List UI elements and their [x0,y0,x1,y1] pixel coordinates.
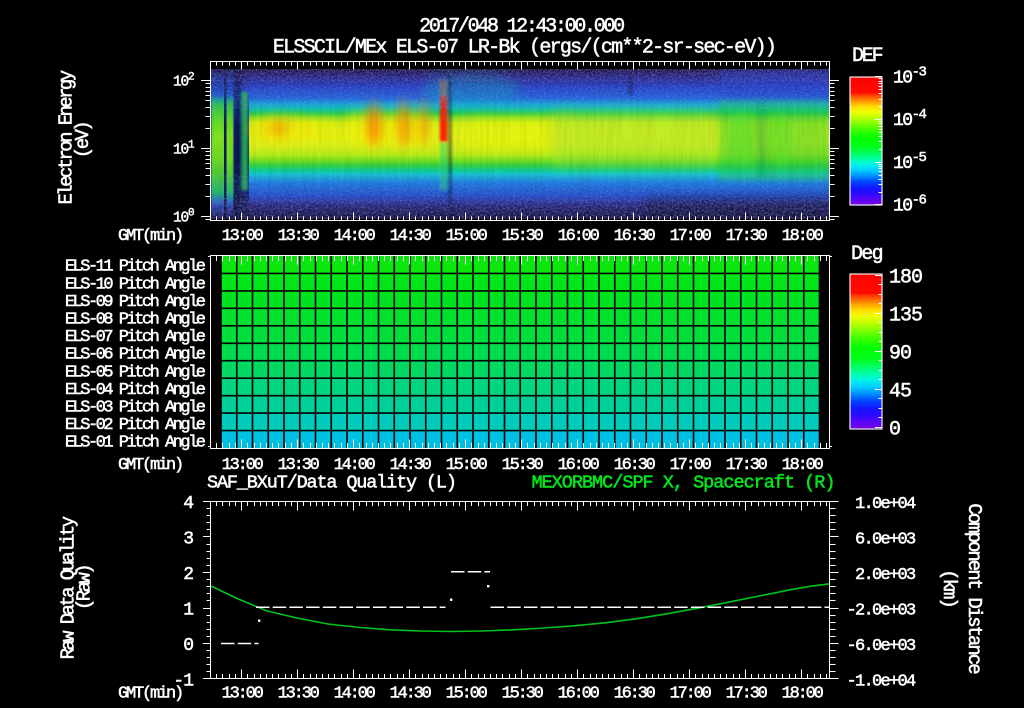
svg-text:1.0e+04: 1.0e+04 [855,495,916,514]
svg-text:-6.0e+03: -6.0e+03 [846,637,916,656]
svg-text:13:00: 13:00 [222,227,264,246]
svg-text:ELSSCIL/MEx ELS-07 LR-Bk (erg: ELSSCIL/MEx ELS-07 LR-Bk (ergs/(cm**2-sr… [273,37,775,60]
svg-text:18:00: 18:00 [782,227,824,246]
svg-text:17:00: 17:00 [670,684,712,703]
svg-text:ELS-07 Pitch Angle: ELS-07 Pitch Angle [65,328,206,347]
svg-text:15:00: 15:00 [446,227,488,246]
svg-text:16:00: 16:00 [558,227,600,246]
svg-text:ELS-10 Pitch Angle: ELS-10 Pitch Angle [65,275,206,294]
svg-text:16:30: 16:30 [614,684,656,703]
svg-text:DEF: DEF [852,45,883,68]
svg-text:ELS-04 Pitch Angle: ELS-04 Pitch Angle [65,381,206,400]
svg-text:15:00: 15:00 [446,684,488,703]
svg-text:13:00: 13:00 [222,684,264,703]
svg-text:MEXORBMC/SPF X, Spacecraft (R): MEXORBMC/SPF X, Spacecraft (R) [531,473,834,494]
svg-text:180: 180 [889,266,922,289]
svg-text:4: 4 [183,494,193,514]
svg-text:3: 3 [183,530,193,550]
svg-text:14:00: 14:00 [334,227,376,246]
svg-text:(eV): (eV) [72,123,94,158]
svg-text:45: 45 [889,380,911,403]
svg-text:ELS-11 Pitch Angle: ELS-11 Pitch Angle [65,258,206,277]
svg-text:0: 0 [183,636,193,656]
svg-text:ELS-03 Pitch Angle: ELS-03 Pitch Angle [65,399,206,418]
svg-text:GMT(min): GMT(min) [118,456,182,475]
svg-text:15:30: 15:30 [502,227,544,246]
svg-text:2017/048 12:43:00.000: 2017/048 12:43:00.000 [419,16,624,39]
svg-text:GMT(min): GMT(min) [118,227,182,246]
svg-text:Deg: Deg [851,243,883,266]
svg-text:15:30: 15:30 [502,684,544,703]
svg-text:ELS-08 Pitch Angle: ELS-08 Pitch Angle [65,311,206,330]
svg-text:ELS-06 Pitch Angle: ELS-06 Pitch Angle [65,346,206,365]
svg-text:18:00: 18:00 [782,684,824,703]
svg-text:17:30: 17:30 [726,227,768,246]
svg-text:13:30: 13:30 [278,684,320,703]
svg-text:ELS-01 Pitch Angle: ELS-01 Pitch Angle [65,434,206,453]
svg-text:(Raw): (Raw) [74,566,96,610]
svg-text:14:30: 14:30 [390,227,432,246]
svg-text:17:00: 17:00 [670,227,712,246]
svg-text:GMT(min): GMT(min) [118,684,182,703]
svg-text:0: 0 [889,419,900,442]
svg-text:(km): (km) [938,569,960,607]
svg-text:Component Distance: Component Distance [963,503,985,674]
svg-text:14:00: 14:00 [334,684,376,703]
svg-text:1: 1 [183,601,193,621]
svg-text:-2.0e+03: -2.0e+03 [846,601,916,620]
svg-text:90: 90 [889,342,911,365]
svg-text:2.0e+03: 2.0e+03 [855,566,916,585]
svg-text:13:30: 13:30 [278,227,320,246]
svg-text:16:00: 16:00 [558,684,600,703]
svg-text:135: 135 [889,304,922,327]
svg-text:6.0e+03: 6.0e+03 [855,530,916,549]
svg-text:ELS-09 Pitch Angle: ELS-09 Pitch Angle [65,293,206,312]
svg-text:ELS-02 Pitch Angle: ELS-02 Pitch Angle [65,416,206,435]
svg-text:14:30: 14:30 [390,684,432,703]
svg-text:-1: -1 [173,672,193,692]
svg-text:2: 2 [183,565,193,585]
svg-text:ELS-05 Pitch Angle: ELS-05 Pitch Angle [65,363,206,382]
svg-text:16:30: 16:30 [614,227,656,246]
svg-text:SAF_BXuT/Data Quality (L): SAF_BXuT/Data Quality (L) [207,473,456,494]
svg-text:17:30: 17:30 [726,684,768,703]
svg-text:-1.0e+04: -1.0e+04 [846,672,916,691]
